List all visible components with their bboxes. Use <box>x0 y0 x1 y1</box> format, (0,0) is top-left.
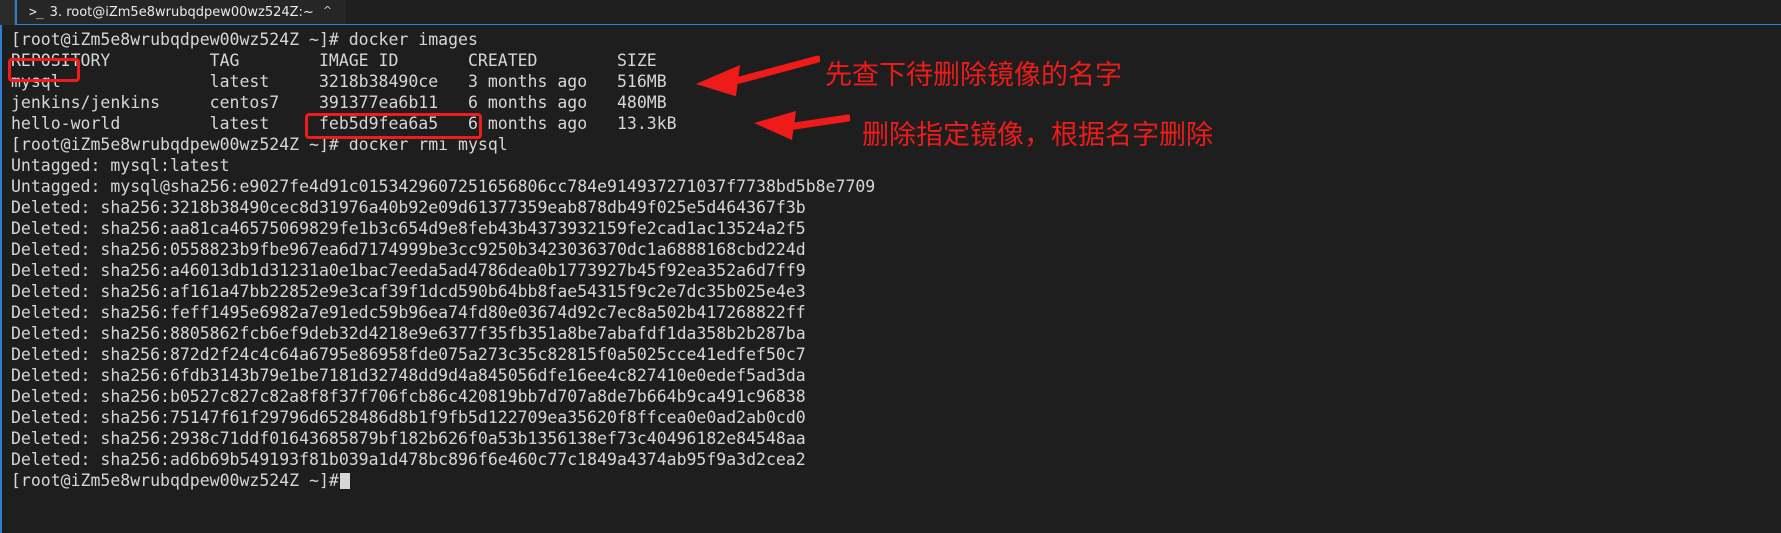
terminal-line: Untagged: mysql@sha256:e9027fe4d91c01534… <box>11 177 876 196</box>
terminal-prompt-icon: >_ <box>29 4 44 20</box>
terminal-line: [root@iZm5e8wrubqdpew00wz524Z ~]# docker… <box>11 30 478 49</box>
annotation-remove-image-by-name: 删除指定镜像，根据名字删除 <box>862 120 1213 151</box>
terminal-line: Deleted: sha256:8805862fcb6ef9deb32d4218… <box>11 324 806 343</box>
terminal-prompt-text: [root@iZm5e8wrubqdpew00wz524Z ~]# <box>11 471 339 490</box>
terminal-line: Deleted: sha256:a46013db1d31231a0e1bac7e… <box>11 261 806 280</box>
tab-strip: >_ 3. root@iZm5e8wrubqdpew00wz524Z:~ ^ <box>0 0 1781 25</box>
tab-title: 3. root@iZm5e8wrubqdpew00wz524Z:~ <box>49 4 314 20</box>
chevron-up-icon[interactable]: ^ <box>323 5 332 16</box>
terminal-line: Deleted: sha256:2938c71ddf01643685879bf1… <box>11 429 806 448</box>
terminal-line: Deleted: sha256:6fdb3143b79e1be7181d3274… <box>11 366 806 385</box>
tab-strip-gutter <box>0 0 15 25</box>
terminal-output: [root@iZm5e8wrubqdpew00wz524Z ~]# docker… <box>2 25 1781 491</box>
terminal-line: jenkins/jenkins centos7 391377ea6b11 6 m… <box>11 93 667 112</box>
terminal-line: Deleted: sha256:feff1495e6982a7e91edc59b… <box>11 303 806 322</box>
terminal-line: Deleted: sha256:0558823b9fbe967ea6d71749… <box>11 240 806 259</box>
terminal-line: Deleted: sha256:aa81ca46575069829fe1b3c6… <box>11 219 806 238</box>
terminal-screenshot: >_ 3. root@iZm5e8wrubqdpew00wz524Z:~ ^ [… <box>0 0 1781 533</box>
terminal-line: Deleted: sha256:3218b38490cec8d31976a40b… <box>11 198 806 217</box>
terminal-cursor <box>339 473 350 489</box>
terminal-pane[interactable]: [root@iZm5e8wrubqdpew00wz524Z ~]# docker… <box>0 25 1781 533</box>
left-arrow-icon <box>754 111 850 140</box>
terminal-line: Deleted: sha256:b0527c827c82a8f8f37f706f… <box>11 387 806 406</box>
tab-terminal-session[interactable]: >_ 3. root@iZm5e8wrubqdpew00wz524Z:~ ^ <box>15 0 347 25</box>
terminal-line: Deleted: sha256:ad6b69b549193f81b039a1d4… <box>11 450 806 469</box>
terminal-line: Deleted: sha256:75147f61f29796d6528486d8… <box>11 408 806 427</box>
terminal-current-prompt-line: [root@iZm5e8wrubqdpew00wz524Z ~]# <box>11 470 1781 491</box>
terminal-line: Untagged: mysql:latest <box>11 156 230 175</box>
terminal-line: Deleted: sha256:af161a47bb22852e9e3caf39… <box>11 282 806 301</box>
tab-strip-empty-area <box>346 0 1781 25</box>
terminal-line: Deleted: sha256:872d2f24c4c64a6795e86958… <box>11 345 806 364</box>
left-arrow-icon <box>696 55 820 96</box>
annotation-check-image-name: 先查下待删除镜像的名字 <box>825 60 1122 91</box>
